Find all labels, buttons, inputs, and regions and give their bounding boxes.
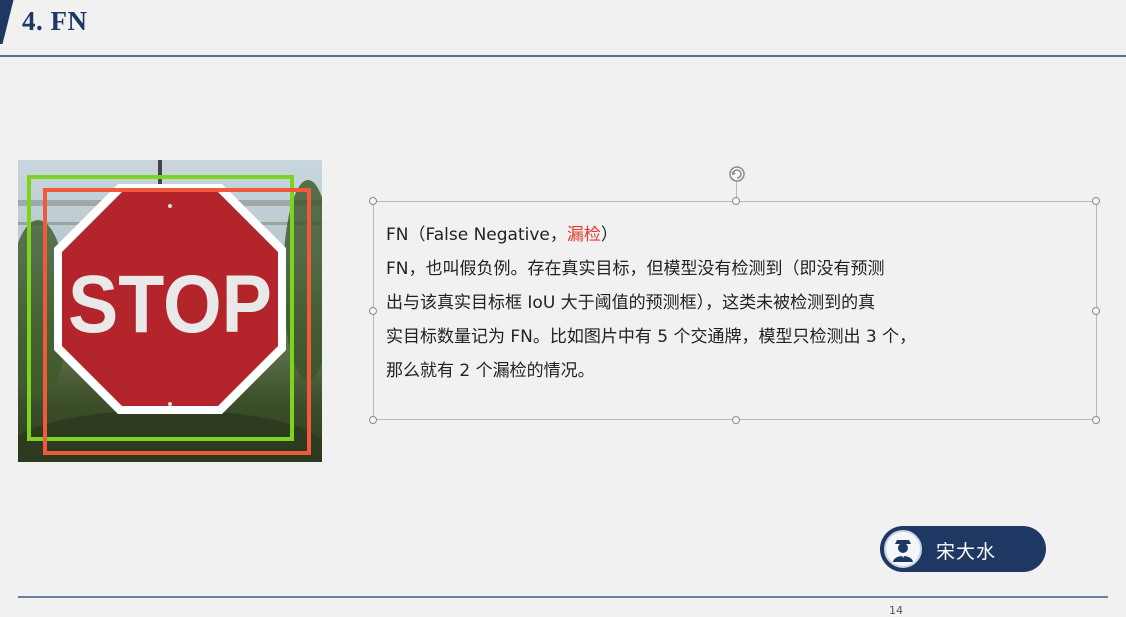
avatar-icon	[893, 540, 913, 562]
header: 4. FN	[0, 0, 1126, 58]
stop-sign-image: STOP	[18, 160, 322, 462]
text-line: 那么就有 2 个漏检的情况。	[386, 361, 595, 381]
page-title: 4. FN	[22, 6, 88, 36]
resize-handle-top-left[interactable]	[369, 197, 377, 205]
resize-handle-right[interactable]	[1092, 307, 1100, 315]
text-line: 出与该真实目标框 IoU 大于阈值的预测框），这类未被检测到的真	[386, 293, 876, 313]
stop-sign-text: STOP	[68, 259, 272, 350]
presenter-name: 宋大水	[936, 541, 997, 563]
header-accent	[0, 0, 14, 44]
slide: 4. FN STOP FN（False Negative，漏检） FN，也叫假负…	[0, 0, 1126, 617]
header-divider	[0, 55, 1126, 57]
text-content[interactable]: FN（False Negative，漏检） FN，也叫假负例。存在真实目标，但模…	[386, 218, 1086, 388]
presenter-badge: 宋大水	[880, 526, 1046, 572]
resize-handle-top[interactable]	[732, 197, 740, 205]
avatar	[884, 530, 922, 568]
footer-divider	[18, 596, 1108, 598]
page-number: 14	[889, 604, 903, 617]
stop-sign-illustration: STOP	[18, 160, 322, 462]
text-line: 实目标数量记为 FN。比如图片中有 5 个交通牌，模型只检测出 3 个，	[386, 327, 917, 347]
heading-close-paren: ）	[600, 225, 618, 245]
resize-handle-bottom[interactable]	[732, 416, 740, 424]
highlight-term: 漏检	[566, 225, 601, 245]
resize-handle-left[interactable]	[369, 307, 377, 315]
definition-heading: FN（False Negative，	[386, 225, 567, 245]
text-line: FN（False Negative，漏检）	[386, 218, 1086, 252]
resize-handle-bottom-right[interactable]	[1092, 416, 1100, 424]
text-line: FN，也叫假负例。存在真实目标，但模型没有检测到（即没有预测	[386, 259, 885, 279]
selected-text-box[interactable]: FN（False Negative，漏检） FN，也叫假负例。存在真实目标，但模…	[369, 166, 1100, 424]
resize-handle-bottom-left[interactable]	[369, 416, 377, 424]
rotate-icon[interactable]	[728, 165, 746, 183]
resize-handle-top-right[interactable]	[1092, 197, 1100, 205]
